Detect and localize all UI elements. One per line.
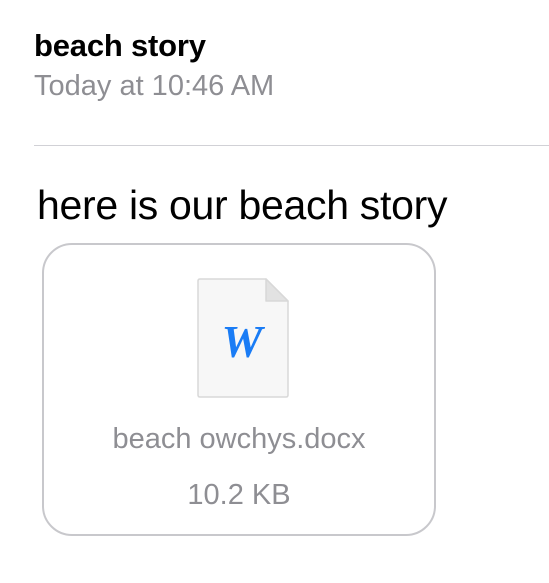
attachment-file-name: beach owchys.docx [112, 423, 366, 455]
email-subject: beach story [34, 28, 206, 63]
email-timestamp: Today at 10:46 AM [34, 70, 275, 102]
email-header: beach story Today at 10:46 AM [34, 26, 549, 104]
attachment-file-size: 10.2 KB [187, 479, 291, 511]
word-document-icon: W [196, 277, 290, 399]
header-divider [34, 145, 549, 146]
message-body-text: here is our beach story [37, 182, 448, 228]
attachment-card[interactable]: W beach owchys.docx 10.2 KB [42, 243, 436, 536]
word-icon-letter: W [222, 316, 266, 367]
